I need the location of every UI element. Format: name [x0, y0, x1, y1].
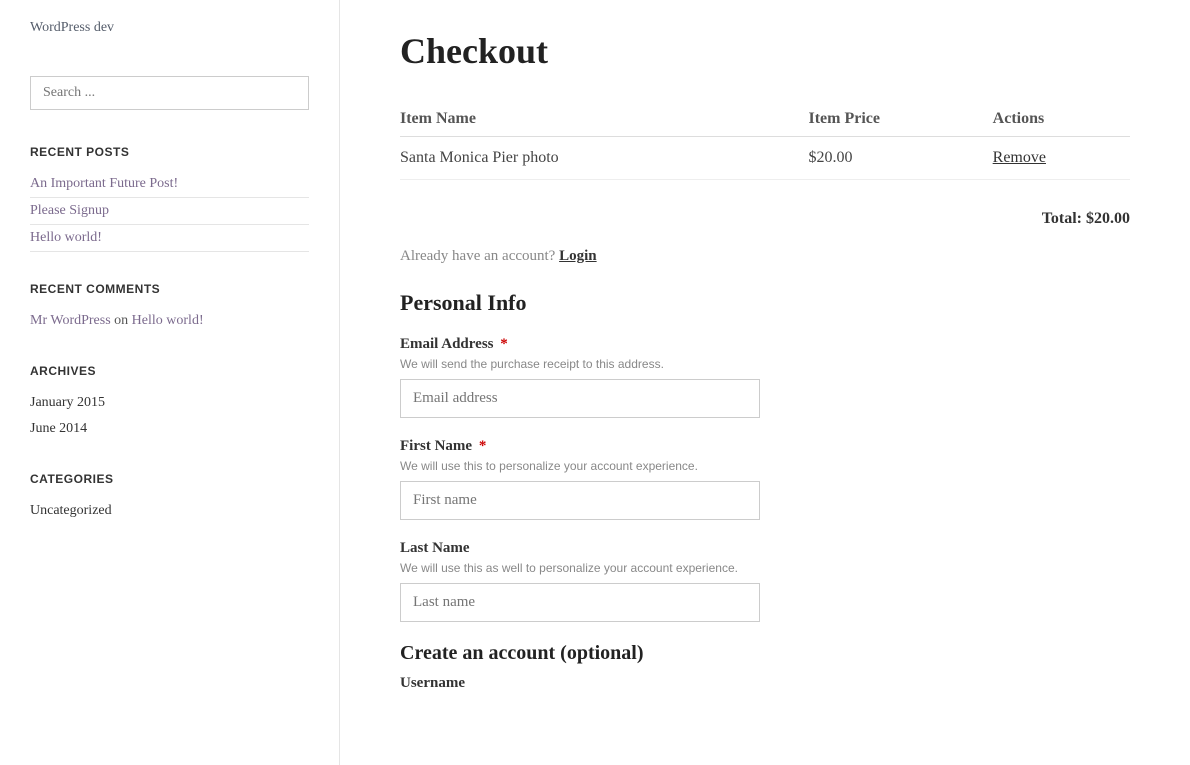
checkout-table: Item Name Item Price Actions Santa Monic… [400, 102, 1130, 180]
last-name-label: Last Name [400, 540, 1130, 557]
first-name-hint: We will use this to personalize your acc… [400, 459, 1130, 473]
recent-post-item[interactable]: Please Signup [30, 198, 309, 225]
create-account-title: Create an account (optional) [400, 642, 1130, 665]
comment-post-link[interactable]: Hello world! [132, 313, 204, 328]
first-name-required-marker: * [479, 438, 487, 454]
comment-author-link[interactable]: Mr WordPress [30, 313, 111, 328]
first-name-label: First Name * [400, 438, 1130, 455]
remove-button[interactable]: Remove [993, 149, 1046, 167]
archives-section: ARCHIVES January 2015 June 2014 [30, 364, 309, 442]
table-row: Santa Monica Pier photo $20.00 Remove [400, 137, 1130, 180]
item-name-cell: Santa Monica Pier photo [400, 137, 809, 180]
first-name-field-group: First Name * We will use this to persona… [400, 438, 1130, 520]
recent-comments-title: RECENT COMMENTS [30, 282, 309, 296]
last-name-field-group: Last Name We will use this as well to pe… [400, 540, 1130, 622]
col-actions: Actions [993, 102, 1130, 137]
comment-on-text: on [114, 313, 128, 328]
recent-post-item[interactable]: Hello world! [30, 225, 309, 252]
item-price-cell: $20.00 [809, 137, 993, 180]
username-label: Username [400, 675, 1130, 692]
categories-title: CATEGORIES [30, 472, 309, 486]
col-item-price: Item Price [809, 102, 993, 137]
email-label: Email Address * [400, 336, 1130, 353]
search-input[interactable] [30, 76, 309, 110]
account-prompt-text: Already have an account? [400, 248, 555, 264]
recent-posts-title: RECENT POSTS [30, 145, 309, 159]
account-prompt: Already have an account? Login [400, 248, 1130, 265]
email-field-group: Email Address * We will send the purchas… [400, 336, 1130, 418]
sidebar: WordPress dev RECENT POSTS An Important … [0, 0, 340, 765]
recent-comments-section: RECENT COMMENTS Mr WordPress on Hello wo… [30, 282, 309, 334]
recent-post-item[interactable]: An Important Future Post! [30, 171, 309, 198]
login-link[interactable]: Login [559, 248, 597, 264]
email-required-marker: * [500, 336, 508, 352]
recent-comment-item: Mr WordPress on Hello world! [30, 308, 309, 334]
archive-item[interactable]: January 2015 [30, 390, 309, 416]
email-hint: We will send the purchase receipt to thi… [400, 357, 1130, 371]
col-item-name: Item Name [400, 102, 809, 137]
last-name-input[interactable] [400, 583, 760, 622]
total-row: Total: $20.00 [400, 200, 1130, 248]
archive-item[interactable]: June 2014 [30, 416, 309, 442]
recent-posts-section: RECENT POSTS An Important Future Post! P… [30, 145, 309, 252]
site-title[interactable]: WordPress dev [30, 20, 309, 36]
category-item[interactable]: Uncategorized [30, 498, 309, 524]
categories-section: CATEGORIES Uncategorized [30, 472, 309, 524]
first-name-input[interactable] [400, 481, 760, 520]
main-content: Checkout Item Name Item Price Actions Sa… [340, 0, 1190, 765]
last-name-hint: We will use this as well to personalize … [400, 561, 1130, 575]
page-title: Checkout [400, 30, 1130, 72]
item-action-cell: Remove [993, 137, 1130, 180]
archives-title: ARCHIVES [30, 364, 309, 378]
personal-info-title: Personal Info [400, 290, 1130, 316]
email-input[interactable] [400, 379, 760, 418]
